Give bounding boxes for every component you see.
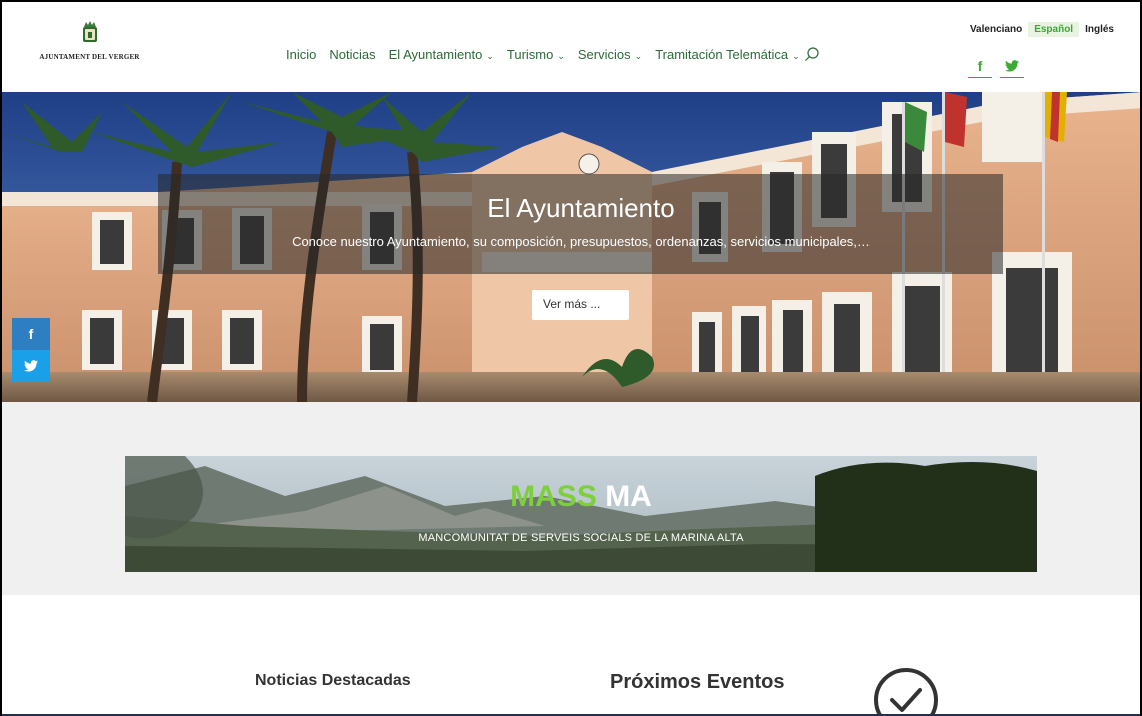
nav-item-el-ayuntamiento[interactable]: El Ayuntamiento ⌄ [389, 47, 494, 62]
nav-item-turismo[interactable]: Turismo ⌄ [507, 47, 565, 62]
chevron-down-icon: ⌄ [792, 50, 800, 61]
site-logo[interactable]: AJUNTAMENT DEL VERGER [32, 20, 147, 61]
banner-tagline: MANCOMUNITAT DE SERVEIS SOCIALS DE LA MA… [418, 532, 744, 544]
logo-text: AJUNTAMENT DEL VERGER [39, 53, 140, 61]
nav-label: Tramitación Telemática [655, 46, 789, 62]
ver-mas-button[interactable]: Ver más ... [532, 290, 629, 320]
massma-banner[interactable]: MASS MA MANCOMUNITAT DE SERVEIS SOCIALS … [125, 456, 1037, 572]
header-social-links: f [968, 54, 1024, 78]
hero-slider: El Ayuntamiento Conoce nuestro Ayuntamie… [2, 92, 1140, 402]
brand-mass: MASS [510, 480, 597, 513]
nav-label: Servicios [577, 46, 631, 62]
nav-label: Noticias [329, 46, 376, 62]
nav-label: Turismo [506, 46, 554, 62]
nav-item-tramitacion-telematica[interactable]: Tramitación Telemática ⌄ [655, 47, 800, 62]
brand-ma: MA [605, 480, 652, 513]
chevron-down-icon: ⌄ [557, 50, 565, 61]
banner-brand: MASS MA [125, 480, 1037, 514]
hero-subtitle: Conoce nuestro Ayuntamiento, su composic… [292, 234, 870, 249]
nav-item-noticias[interactable]: Noticias [329, 47, 375, 62]
facebook-icon: f [28, 326, 34, 342]
search-icon[interactable] [804, 46, 820, 62]
side-twitter-button[interactable] [12, 350, 50, 382]
main-nav: Inicio Noticias El Ayuntamiento ⌄ Turismo… [286, 46, 820, 62]
upcoming-events-heading: Próximos Eventos [610, 671, 785, 693]
chevron-down-icon: ⌄ [634, 50, 643, 61]
twitter-icon [24, 360, 38, 372]
side-facebook-button[interactable]: f [12, 318, 50, 350]
nav-label: El Ayuntamiento [388, 46, 483, 62]
lang-valenciano[interactable]: Valenciano [964, 22, 1028, 37]
site-header: AJUNTAMENT DEL VERGER Inicio Noticias El… [2, 2, 1140, 92]
hero-title: El Ayuntamiento [487, 193, 675, 223]
page: AJUNTAMENT DEL VERGER Inicio Noticias El… [0, 0, 1142, 716]
facebook-icon[interactable]: f [968, 54, 992, 78]
twitter-icon[interactable] [1000, 54, 1024, 78]
featured-news-heading: Noticias Destacadas [255, 672, 411, 689]
chevron-down-icon: ⌄ [486, 50, 494, 61]
nav-label: Inicio [286, 46, 317, 62]
lang-espanol[interactable]: Español [1028, 22, 1080, 37]
clock-check-icon [874, 668, 938, 716]
hero-caption-backdrop [158, 174, 1003, 274]
lang-ingles[interactable]: Inglés [1079, 22, 1120, 37]
nav-item-servicios[interactable]: Servicios ⌄ [578, 47, 642, 62]
language-switcher: Valenciano Español Inglés [964, 22, 1120, 37]
nav-item-inicio[interactable]: Inicio [286, 47, 316, 62]
coat-of-arms-icon [82, 21, 97, 42]
mountain-landscape-image [125, 456, 1037, 572]
